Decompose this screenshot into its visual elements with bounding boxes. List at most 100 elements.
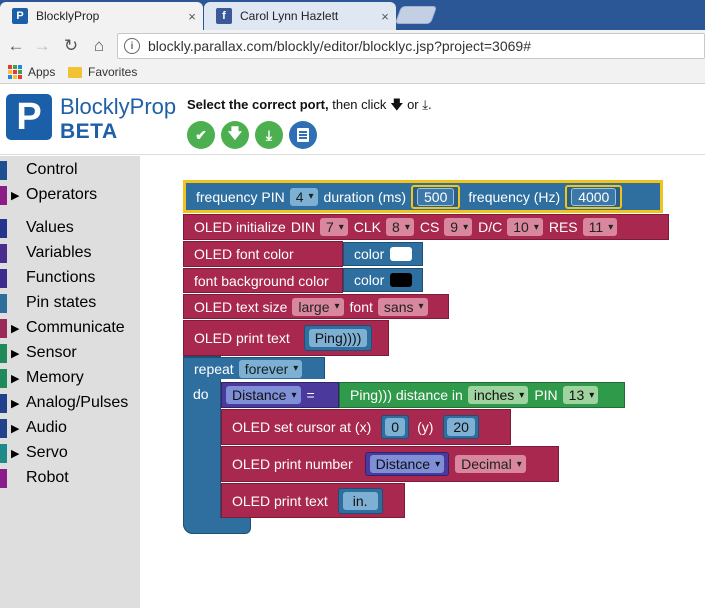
category-label: Robot <box>26 469 69 486</box>
res-dropdown[interactable]: 11 <box>582 218 618 236</box>
serial-terminal-button[interactable] <box>289 121 317 149</box>
unit-dropdown[interactable]: inches <box>467 386 529 404</box>
load-ram-button[interactable]: 🡇 <box>221 121 249 149</box>
block-label: font background color <box>194 272 329 289</box>
expand-arrow-icon: ▶ <box>11 447 20 460</box>
port-message-or: or <box>407 97 419 112</box>
pin-dropdown[interactable]: 4 <box>289 187 318 206</box>
compile-button[interactable]: ✔ <box>187 121 215 149</box>
home-icon[interactable]: ⌂ <box>87 34 111 58</box>
tab-close-icon[interactable]: × <box>374 9 396 24</box>
facebook-favicon-icon: f <box>216 8 232 24</box>
port-message: Select the correct port, then click 🡇 or… <box>187 96 432 118</box>
format-dropdown[interactable]: Decimal <box>455 455 526 473</box>
bookmark-apps-label: Apps <box>28 65 56 79</box>
port-message-bold: Select the correct port, <box>187 97 329 112</box>
load-eeprom-button[interactable]: ⤓ <box>255 121 283 149</box>
bookmark-apps[interactable]: Apps <box>8 65 55 79</box>
category-color-bar <box>0 469 7 488</box>
background-color-value-block[interactable]: color <box>343 268 423 292</box>
dc-dropdown[interactable]: 10 <box>507 218 543 236</box>
number-variable-dropdown[interactable]: Distance <box>369 455 445 473</box>
tab-close-icon[interactable]: × <box>181 9 203 24</box>
category-label: Functions <box>26 269 96 286</box>
cs-dropdown[interactable]: 9 <box>444 218 473 236</box>
tab-carol-lynn-hazlett[interactable]: f Carol Lynn Hazlett × <box>204 2 396 30</box>
clk-dropdown[interactable]: 8 <box>386 218 414 236</box>
ping-pin-dropdown[interactable]: 13 <box>562 386 599 404</box>
block-label: DIN <box>290 219 315 235</box>
category-variables[interactable]: Variables <box>0 242 140 264</box>
block-label: OLED print text <box>232 492 328 509</box>
category-values[interactable]: Values <box>0 217 140 239</box>
frequency-field[interactable]: 4000 <box>571 187 617 206</box>
text-field[interactable]: in. <box>342 491 378 510</box>
category-control[interactable]: Control <box>0 159 140 181</box>
category-operators[interactable]: ▶ Operators <box>0 184 140 206</box>
browser-tab-bar: P BlocklyProp × f Carol Lynn Hazlett × <box>0 0 705 30</box>
oled-set-cursor-block[interactable]: OLED set cursor at (x) 0 (y) 20 <box>221 409 511 445</box>
oled-initialize-block[interactable]: OLED initialize DIN 7 CLK 8 CS 9 D/C 10 … <box>183 214 669 240</box>
category-robot[interactable]: Robot <box>0 467 140 489</box>
apps-grid-icon <box>8 65 22 79</box>
oled-print-text-block[interactable]: OLED print text Ping)))) <box>183 320 389 356</box>
category-communicate[interactable]: ▶ Communicate <box>0 317 140 339</box>
size-dropdown[interactable]: large <box>292 297 344 316</box>
logo-beta: BETA <box>60 120 118 143</box>
set-variable-block[interactable]: Distance = <box>221 382 339 408</box>
font-dropdown[interactable]: sans <box>377 297 428 316</box>
category-memory[interactable]: ▶ Memory <box>0 367 140 389</box>
toolbox-sidebar: Control ▶ Operators Values Variables Fun… <box>0 156 140 608</box>
back-arrow-icon[interactable]: ← <box>4 34 28 58</box>
x-field[interactable]: 0 <box>385 418 406 436</box>
app-header: P BlocklyProp BETA Select the correct po… <box>0 85 705 155</box>
ping-distance-block[interactable]: Ping))) distance in inches PIN 13 <box>339 382 625 408</box>
category-audio[interactable]: ▶ Audio <box>0 417 140 439</box>
variable-dropdown[interactable]: Distance <box>226 386 301 404</box>
forward-arrow-icon[interactable]: → <box>30 34 54 58</box>
oled-font-color-block[interactable]: OLED font color <box>183 241 343 267</box>
din-dropdown[interactable]: 7 <box>319 218 348 236</box>
block-label: RES <box>548 219 578 235</box>
category-functions[interactable]: Functions <box>0 267 140 289</box>
oled-text-size-block[interactable]: OLED text size large font sans <box>183 294 449 319</box>
color-swatch-white[interactable] <box>390 247 413 261</box>
font-background-color-block[interactable]: font background color <box>183 268 343 293</box>
info-icon[interactable]: i <box>124 38 140 54</box>
category-analog-pulses[interactable]: ▶ Analog/Pulses <box>0 392 140 414</box>
block-label: OLED font color <box>194 246 294 262</box>
repeat-block[interactable]: repeat forever <box>183 357 325 379</box>
duration-field[interactable]: 500 <box>417 187 455 206</box>
download-arrow-icon: 🡇 <box>390 97 404 112</box>
logo-title: BlocklyProp <box>60 94 177 119</box>
bookmark-favorites[interactable]: Favorites <box>68 65 137 79</box>
category-sensor[interactable]: ▶ Sensor <box>0 342 140 364</box>
category-label: Communicate <box>26 319 125 336</box>
block-label: Ping))) distance in <box>350 387 463 403</box>
tab-blocklyprop[interactable]: P BlocklyProp × <box>0 2 203 30</box>
category-color-bar <box>0 369 7 388</box>
font-color-value-block[interactable]: color <box>343 242 423 266</box>
expand-arrow-icon: ▶ <box>11 189 20 202</box>
duration-socket: 500 <box>411 184 461 209</box>
text-field[interactable]: Ping)))) <box>308 329 368 347</box>
block-label: duration (ms) <box>323 188 407 205</box>
y-field[interactable]: 20 <box>447 418 475 436</box>
browser-toolbar: ← → ↻ ⌂ i blockly.parallax.com/blockly/e… <box>0 30 705 62</box>
oled-print-number-block[interactable]: OLED print number Distance Decimal <box>221 446 559 482</box>
block-label: OLED text size <box>194 298 288 315</box>
oled-print-text-block-2[interactable]: OLED print text in. <box>221 483 405 518</box>
new-tab-button[interactable] <box>394 6 438 24</box>
port-message-end: . <box>428 97 432 112</box>
category-color-bar <box>0 161 7 180</box>
category-pin-states[interactable]: Pin states <box>0 292 140 314</box>
color-swatch-black[interactable] <box>390 273 413 287</box>
block-label: OLED set cursor at (x) <box>232 419 372 435</box>
repeat-block-body[interactable] <box>183 356 221 534</box>
address-bar[interactable]: i blockly.parallax.com/blockly/editor/bl… <box>117 33 705 59</box>
category-servo[interactable]: ▶ Servo <box>0 442 140 464</box>
reload-icon[interactable]: ↻ <box>59 34 83 58</box>
repeat-mode-dropdown[interactable]: forever <box>238 359 303 378</box>
frequency-block[interactable]: frequency PIN 4 duration (ms) 500 freque… <box>183 180 663 213</box>
category-label: Control <box>26 161 78 178</box>
